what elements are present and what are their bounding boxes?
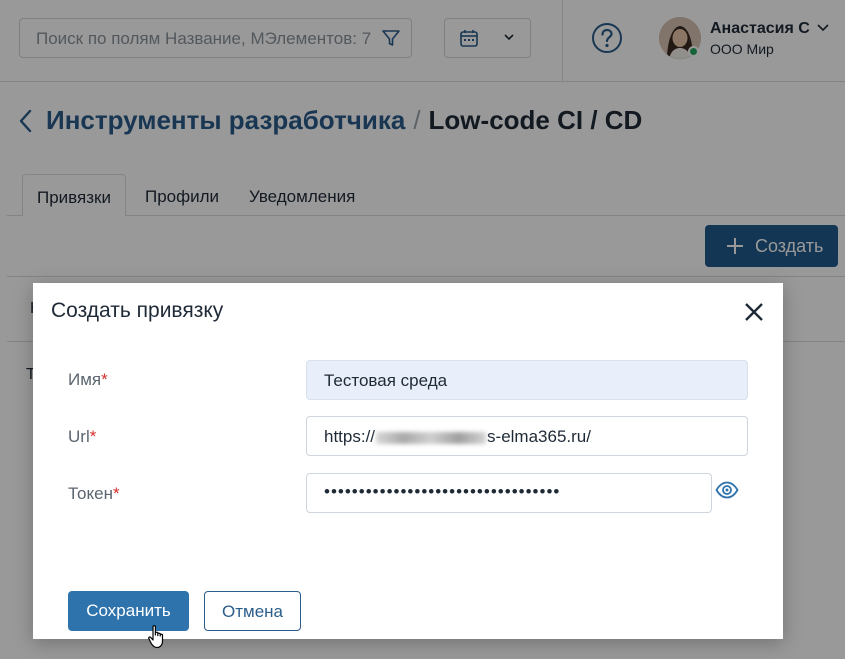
required-mark: * [101, 370, 108, 389]
token-label-text: Токен [68, 484, 113, 503]
url-label-text: Url [68, 427, 90, 446]
token-input[interactable]: •••••••••••••••••••••••••••••••••• [306, 473, 712, 513]
dialog-title: Создать привязку [51, 299, 224, 322]
name-label-text: Имя [68, 370, 102, 389]
url-field-label: Url* [68, 427, 96, 447]
required-mark: * [112, 484, 120, 503]
token-field-label: Токен* [68, 484, 120, 504]
hand-cursor-icon [148, 625, 164, 649]
show-password-eye-icon[interactable] [715, 481, 739, 499]
cancel-button[interactable]: Отмена [204, 591, 301, 631]
create-binding-dialog: Создать привязку Имя* Тестовая среда Url… [33, 283, 783, 639]
required-mark: * [89, 427, 97, 446]
name-input[interactable]: Тестовая среда [306, 360, 748, 400]
url-value-prefix: https:// [324, 427, 376, 446]
name-field-label: Имя* [68, 370, 108, 390]
url-value-suffix: s-elma365.ru/ [487, 427, 591, 446]
save-button[interactable]: Сохранить [68, 591, 189, 631]
close-icon[interactable] [743, 301, 765, 323]
url-input[interactable]: https:// s-elma365.ru/ [306, 416, 748, 456]
redacted-blur [376, 431, 487, 444]
